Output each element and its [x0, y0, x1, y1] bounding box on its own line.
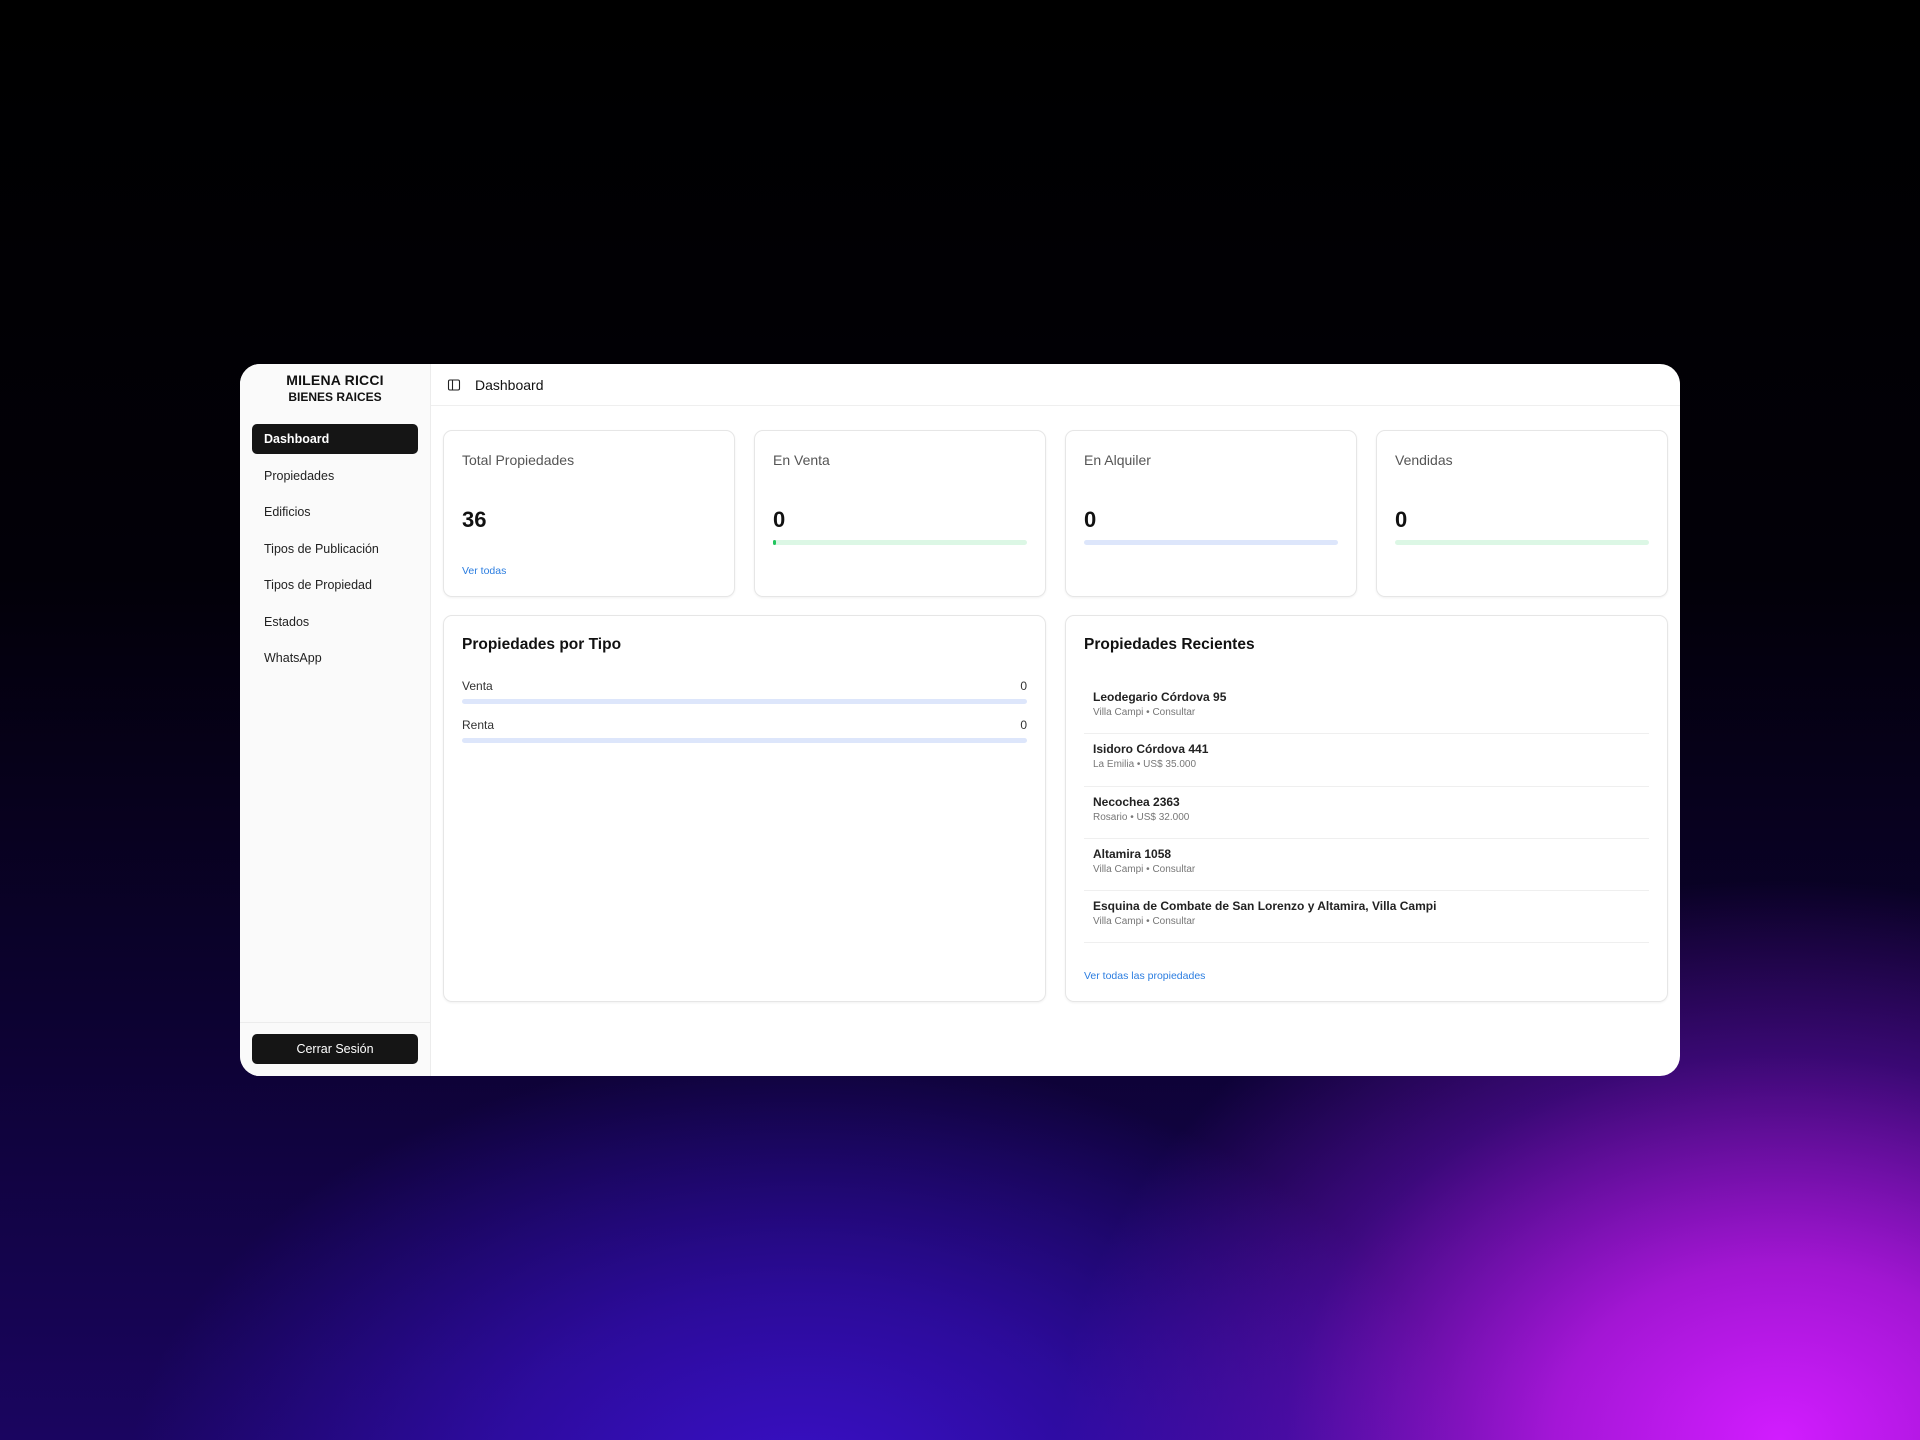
- stat-value: 36: [462, 507, 487, 532]
- type-progress-bar: [462, 738, 1027, 743]
- stat-card-vendidas: Vendidas 0: [1376, 430, 1668, 597]
- sidebar-item-edificios[interactable]: Edificios: [252, 497, 418, 527]
- view-all-properties-link[interactable]: Ver todas las propiedades: [1084, 970, 1205, 982]
- panel-title: Propiedades por Tipo: [462, 636, 622, 653]
- stat-label: En Alquiler: [1084, 452, 1151, 468]
- stat-label: En Venta: [773, 452, 830, 468]
- property-name: Necochea 2363: [1093, 794, 1180, 809]
- topbar: Dashboard: [431, 364, 1680, 406]
- type-row-renta: Renta 0: [462, 718, 1027, 743]
- ver-todas-link[interactable]: Ver todas: [462, 565, 506, 577]
- list-item[interactable]: Leodegario Córdova 95 Villa Campi • Cons…: [1084, 682, 1649, 735]
- stat-card-en-alquiler: En Alquiler 0: [1065, 430, 1357, 597]
- sidebar-nav: Dashboard Propiedades Edificios Tipos de…: [240, 408, 430, 680]
- logout-button[interactable]: Cerrar Sesión: [252, 1034, 418, 1064]
- app-window: MILENA RICCI BIENES RAICES Dashboard Pro…: [240, 364, 1680, 1076]
- stat-card-total: Total Propiedades 36 Ver todas: [443, 430, 735, 597]
- property-details: Villa Campi • Consultar: [1093, 707, 1196, 718]
- sidebar-item-tipos-propiedad[interactable]: Tipos de Propiedad: [252, 570, 418, 600]
- sidebar-item-estados[interactable]: Estados: [252, 607, 418, 637]
- type-label: Venta: [462, 679, 493, 693]
- stat-value: 0: [1084, 507, 1097, 532]
- sidebar-footer: Cerrar Sesión: [240, 1022, 430, 1076]
- type-count: 0: [1020, 718, 1027, 732]
- sidebar-item-dashboard[interactable]: Dashboard: [252, 424, 418, 454]
- property-details: La Emilia • US$ 35.000: [1093, 759, 1197, 771]
- brand-subtitle: BIENES RAICES: [288, 390, 382, 404]
- list-item[interactable]: Necochea 2363 Rosario • US$ 32.000: [1084, 787, 1649, 839]
- properties-by-type-panel: Propiedades por Tipo Venta 0 Renta 0: [443, 615, 1046, 1002]
- property-name: Leodegario Córdova 95: [1093, 690, 1227, 704]
- sidebar: MILENA RICCI BIENES RAICES Dashboard Pro…: [240, 364, 431, 1076]
- list-item[interactable]: Isidoro Córdova 441 La Emilia • US$ 35.0…: [1084, 734, 1649, 787]
- type-count: 0: [1020, 679, 1027, 693]
- stat-label: Total Propiedades: [462, 452, 575, 468]
- type-progress-bar: [462, 699, 1027, 704]
- dashboard-content: Total Propiedades 36 Ver todas En Venta …: [431, 406, 1680, 1002]
- sidebar-item-propiedades[interactable]: Propiedades: [252, 461, 418, 491]
- property-name: Altamira 1058: [1093, 846, 1172, 861]
- stat-value: 0: [1395, 507, 1408, 532]
- property-name: Isidoro Córdova 441: [1093, 742, 1209, 757]
- page-title: Dashboard: [475, 376, 544, 393]
- progress-bar: [1395, 540, 1649, 545]
- recent-properties-panel: Propiedades Recientes Leodegario Córdova…: [1065, 615, 1668, 1002]
- property-details: Rosario • US$ 32.000: [1093, 811, 1190, 823]
- type-label: Renta: [462, 718, 495, 732]
- property-details: Villa Campi • Consultar: [1093, 916, 1196, 928]
- sidebar-item-tipos-publicacion[interactable]: Tipos de Publicación: [252, 534, 418, 564]
- sidebar-item-whatsapp[interactable]: WhatsApp: [252, 643, 418, 673]
- panels-row: Propiedades por Tipo Venta 0 Renta 0 Pro…: [443, 615, 1668, 1002]
- recent-list: Leodegario Córdova 95 Villa Campi • Cons…: [1084, 682, 1649, 944]
- main-area: Dashboard Total Propiedades 36 Ver todas…: [431, 364, 1680, 1076]
- panel-title: Propiedades Recientes: [1084, 636, 1255, 653]
- type-row-venta: Venta 0: [462, 679, 1027, 704]
- list-item[interactable]: Altamira 1058 Villa Campi • Consultar: [1084, 839, 1649, 892]
- stats-row: Total Propiedades 36 Ver todas En Venta …: [443, 430, 1668, 597]
- stat-value: 0: [773, 507, 786, 532]
- property-name: Esquina de Combate de San Lorenzo y Alta…: [1093, 899, 1437, 914]
- stat-label: Vendidas: [1395, 452, 1453, 468]
- progress-fill: [773, 540, 776, 545]
- brand-name: MILENA RICCI: [286, 372, 384, 388]
- property-details: Villa Campi • Consultar: [1093, 863, 1196, 875]
- stat-card-en-venta: En Venta 0: [754, 430, 1046, 597]
- progress-bar: [773, 540, 1027, 545]
- list-item[interactable]: Esquina de Combate de San Lorenzo y Alta…: [1084, 891, 1649, 944]
- brand-logo[interactable]: MILENA RICCI BIENES RAICES: [240, 364, 430, 408]
- sidebar-toggle-icon[interactable]: [447, 378, 461, 392]
- progress-bar: [1084, 540, 1338, 545]
